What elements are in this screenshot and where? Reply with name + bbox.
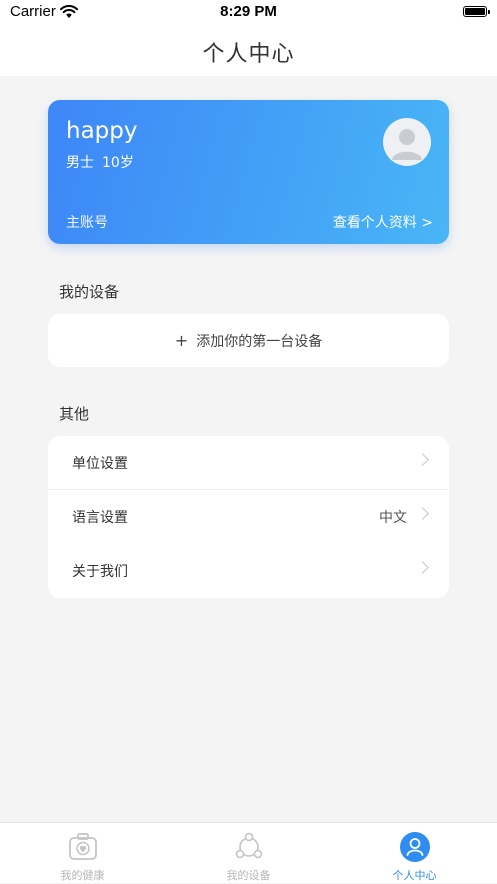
nav-bar: 个人中心 (0, 26, 497, 76)
profile-age: 10岁 (102, 155, 134, 171)
account-type-label: 主账号 (66, 215, 108, 231)
tab-label: 我的设备 (226, 869, 271, 882)
settings-item-label: 单位设置 (72, 456, 128, 472)
status-bar: Carrier 8:29 PM (0, 0, 497, 26)
health-kit-icon (67, 831, 99, 863)
tab-my-devices[interactable]: 我的设备 (166, 823, 331, 884)
person-icon (399, 831, 431, 863)
profile-name: happy (66, 118, 138, 144)
add-device-button[interactable]: + 添加你的第一台设备 (48, 314, 449, 367)
profile-info: 男士 10岁 (66, 152, 134, 172)
chevron-right-icon (416, 453, 429, 466)
settings-item-about[interactable]: 关于我们 (48, 544, 449, 598)
tab-my-health[interactable]: 我的健康 (0, 823, 165, 884)
battery-icon (463, 6, 490, 17)
language-value: 中文 (379, 510, 407, 526)
settings-item-label: 关于我们 (72, 564, 128, 580)
settings-item-label: 语言设置 (72, 510, 128, 526)
settings-item-units[interactable]: 单位设置 (48, 436, 449, 490)
devices-section-title: 我的设备 (59, 283, 120, 301)
avatar-icon[interactable] (383, 118, 431, 166)
plus-icon: + (174, 331, 189, 350)
profile-card[interactable]: happy 男士 10岁 主账号 查看个人资料 > (48, 100, 449, 244)
tab-personal-center[interactable]: 个人中心 (332, 823, 497, 884)
status-time: 8:29 PM (220, 3, 277, 20)
profile-gender: 男士 (66, 155, 94, 171)
page-title: 个人中心 (202, 42, 295, 67)
chevron-right-icon (416, 561, 429, 574)
others-section-title: 其他 (59, 405, 90, 423)
tab-bar: 我的健康 我的设备 个人中心 (0, 822, 497, 883)
view-profile-link[interactable]: 查看个人资料 > (333, 212, 433, 232)
device-network-icon (233, 831, 265, 863)
tab-label: 我的健康 (60, 869, 105, 882)
add-device-label: 添加你的第一台设备 (196, 333, 323, 350)
settings-item-language[interactable]: 语言设置 中文 (48, 490, 449, 544)
settings-list: 单位设置 语言设置 中文 关于我们 (48, 436, 449, 598)
tab-label: 个人中心 (392, 869, 437, 882)
chevron-right-icon (416, 507, 429, 520)
